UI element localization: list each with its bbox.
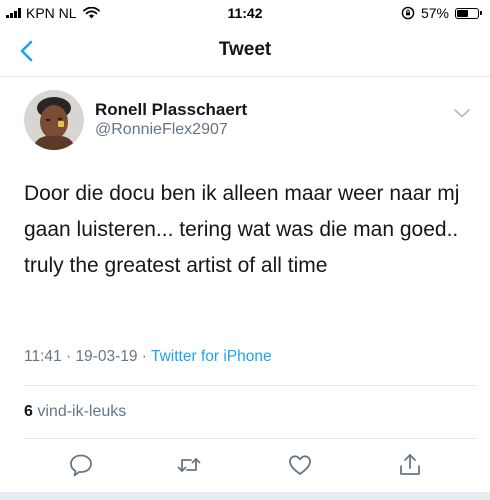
likes-label: vind-ik-leuks (37, 403, 127, 420)
battery-percent: 57% (420, 5, 449, 21)
meta-separator: · (141, 348, 147, 365)
share-button[interactable] (397, 452, 423, 478)
chevron-down-icon (454, 109, 470, 118)
tweet-time: 11:41 (24, 348, 62, 365)
rotation-lock-icon (401, 6, 415, 20)
battery-fill (457, 9, 468, 17)
author-handle[interactable]: @RonnieFlex2907 (95, 121, 228, 139)
divider (24, 385, 476, 386)
meta-separator: · (65, 348, 72, 365)
divider (24, 438, 476, 439)
tweet-source-link[interactable]: Twitter for iPhone (151, 348, 272, 365)
retweet-button[interactable] (176, 452, 202, 478)
share-icon (400, 454, 420, 475)
tweet-meta: 11:41 · 19-03-19 · Twitter for iPhone (24, 348, 272, 366)
author-name[interactable]: Ronell Plasschaert (95, 100, 247, 120)
battery-icon (455, 7, 482, 19)
reply-icon (70, 454, 92, 477)
status-bar: KPN NL 11:42 57% (0, 0, 490, 26)
likes-stat[interactable]: 6 vind-ik-leuks (24, 403, 126, 421)
like-icon (289, 455, 311, 475)
nav-bar: Tweet (0, 26, 490, 77)
avatar[interactable] (24, 90, 84, 150)
page-title: Tweet (218, 39, 272, 60)
retweet-icon (177, 458, 201, 472)
likes-count: 6 (24, 403, 33, 420)
tweet-menu-button[interactable] (453, 106, 471, 118)
tweet-text: Door die docu ben ik alleen maar weer na… (24, 182, 460, 277)
reply-button[interactable] (68, 452, 94, 478)
like-button[interactable] (287, 452, 313, 478)
bottom-strip (0, 492, 490, 500)
avatar-image (24, 90, 84, 150)
status-right: 57% (401, 5, 482, 21)
tweet-date: 19-03-19 (75, 348, 138, 365)
